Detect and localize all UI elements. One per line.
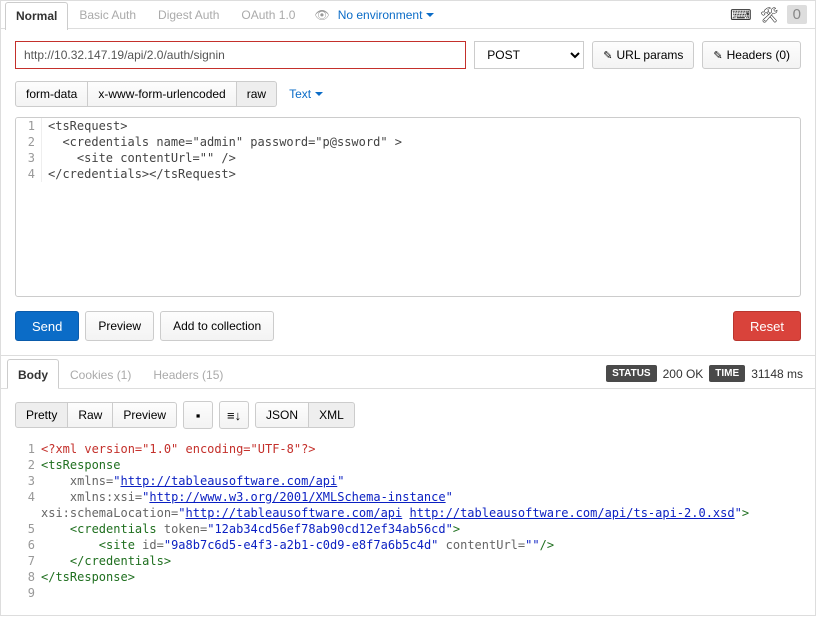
url-params-button[interactable]: ✎URL params bbox=[592, 41, 694, 69]
auth-tab-basic[interactable]: Basic Auth bbox=[68, 1, 147, 29]
auth-tabs-row: Normal Basic Auth Digest Auth OAuth 1.0 … bbox=[1, 1, 815, 29]
auth-tab-oauth[interactable]: OAuth 1.0 bbox=[230, 1, 306, 29]
preview-button[interactable]: Preview bbox=[85, 311, 154, 341]
response-view-segment: Pretty Raw Preview bbox=[15, 402, 177, 428]
collapse-icon[interactable]: ▪ bbox=[183, 401, 213, 429]
auth-tab-normal[interactable]: Normal bbox=[5, 2, 68, 30]
http-method-select[interactable]: POST bbox=[474, 41, 584, 69]
body-type-segment: form-data x-www-form-urlencoded raw bbox=[15, 81, 277, 107]
status-value: 200 OK bbox=[663, 367, 704, 381]
response-format-xml[interactable]: XML bbox=[309, 402, 355, 428]
headers-button[interactable]: ✎Headers (0) bbox=[702, 41, 801, 69]
time-label-pill: TIME bbox=[709, 365, 745, 382]
send-row: Send Preview Add to collection Reset bbox=[1, 297, 815, 355]
response-view-preview[interactable]: Preview bbox=[113, 402, 177, 428]
response-toolbar: Pretty Raw Preview ▪ ≡↓ JSON XML bbox=[1, 389, 815, 441]
request-url-input[interactable] bbox=[15, 41, 466, 69]
chevron-down-icon bbox=[315, 92, 323, 96]
preview-eye-icon[interactable]: 👁 bbox=[314, 8, 329, 22]
response-view-pretty[interactable]: Pretty bbox=[15, 402, 68, 428]
response-tabs-row: Body Cookies (1) Headers (15) STATUS 200… bbox=[1, 355, 815, 389]
time-value: 31148 ms bbox=[751, 367, 803, 381]
environment-label: No environment bbox=[338, 8, 423, 22]
chevron-down-icon bbox=[426, 13, 434, 17]
body-type-raw[interactable]: raw bbox=[237, 81, 277, 107]
top-right-tools: ⌨ 🛠 0 bbox=[730, 5, 815, 24]
response-tab-body[interactable]: Body bbox=[7, 359, 59, 389]
response-body: 1<?xml version="1.0" encoding="UTF-8"?> … bbox=[15, 441, 801, 601]
pencil-icon: ✎ bbox=[713, 49, 722, 62]
body-type-formdata[interactable]: form-data bbox=[15, 81, 88, 107]
send-button[interactable]: Send bbox=[15, 311, 79, 341]
auth-tab-digest[interactable]: Digest Auth bbox=[147, 1, 230, 29]
body-type-urlencoded[interactable]: x-www-form-urlencoded bbox=[88, 81, 236, 107]
raw-content-type-select[interactable]: Text bbox=[289, 87, 323, 101]
add-to-collection-button[interactable]: Add to collection bbox=[160, 311, 274, 341]
response-tab-cookies[interactable]: Cookies (1) bbox=[59, 359, 142, 388]
pencil-icon: ✎ bbox=[603, 49, 612, 62]
wrap-icon[interactable]: ≡↓ bbox=[219, 401, 249, 429]
wrench-icon[interactable]: 🛠 bbox=[760, 6, 779, 24]
app-window: Normal Basic Auth Digest Auth OAuth 1.0 … bbox=[0, 0, 816, 616]
response-view-raw[interactable]: Raw bbox=[68, 402, 113, 428]
environment-selector[interactable]: No environment bbox=[338, 8, 435, 22]
response-format-segment: JSON XML bbox=[255, 402, 355, 428]
response-format-json[interactable]: JSON bbox=[255, 402, 309, 428]
request-url-row: POST ✎URL params ✎Headers (0) bbox=[1, 29, 815, 81]
response-tab-headers[interactable]: Headers (15) bbox=[142, 359, 234, 388]
reset-button[interactable]: Reset bbox=[733, 311, 801, 341]
response-status: STATUS 200 OK TIME 31148 ms bbox=[606, 361, 809, 388]
request-body-editor[interactable]: 1<tsRequest> 2 <credentials name="admin"… bbox=[15, 117, 801, 297]
count-badge: 0 bbox=[787, 5, 807, 24]
body-type-row: form-data x-www-form-urlencoded raw Text bbox=[1, 81, 815, 107]
keyboard-icon[interactable]: ⌨ bbox=[730, 6, 752, 24]
status-label-pill: STATUS bbox=[606, 365, 657, 382]
